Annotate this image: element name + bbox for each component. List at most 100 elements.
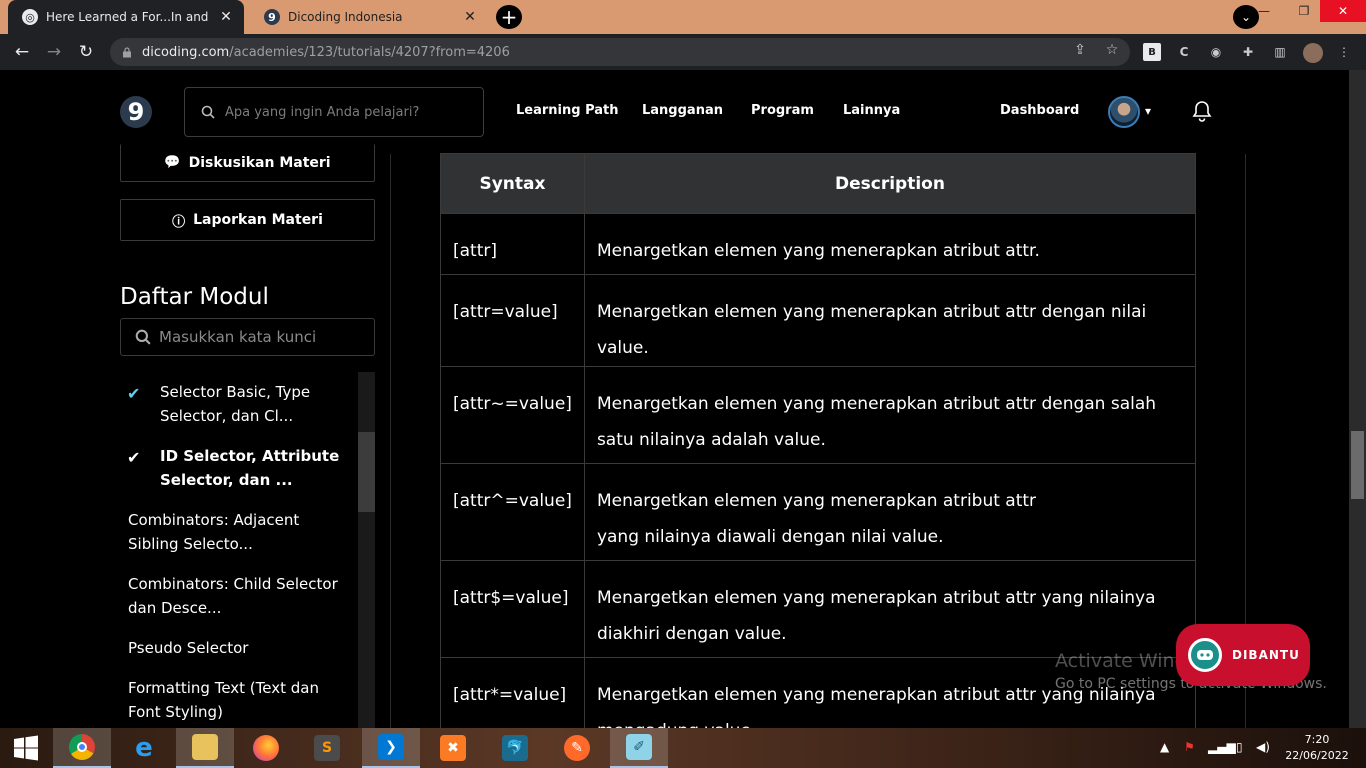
tray-flag-icon[interactable]: ⚑ [1184, 740, 1195, 754]
module-list-scrollbar[interactable] [358, 372, 375, 728]
nav-program[interactable]: Program [751, 103, 814, 118]
dibantu-label: DIBANTU [1232, 648, 1300, 662]
folder-icon [192, 734, 218, 760]
user-avatar[interactable] [1108, 96, 1140, 128]
close-tab-icon[interactable]: ✕ [218, 9, 234, 25]
dibantu-chat-button[interactable]: DIBANTU [1176, 624, 1310, 686]
tab-dicoding[interactable]: 9 Dicoding Indonesia ✕ [250, 0, 488, 34]
notepad-icon: ✐ [626, 734, 652, 760]
header-search[interactable] [184, 87, 484, 137]
tray-battery-icon[interactable]: ▯ [1236, 740, 1243, 754]
extension-b-icon[interactable]: B [1143, 43, 1161, 61]
taskbar-internet-explorer[interactable]: e [115, 728, 173, 768]
system-clock[interactable]: 7:20 22/06/2022 [1282, 732, 1352, 764]
clock-time: 7:20 [1304, 733, 1330, 746]
extensions-puzzle-icon[interactable]: ✚ [1239, 43, 1257, 61]
nav-dashboard[interactable]: Dashboard [1000, 103, 1079, 118]
header-search-input[interactable] [225, 104, 465, 120]
taskbar-mysql-workbench[interactable]: 🐬 [486, 728, 544, 768]
chevron-down-icon[interactable]: ▾ [1145, 104, 1151, 118]
menu-kebab-icon[interactable]: ⋮ [1335, 43, 1353, 61]
chat-bubble-icon: 💬 [164, 155, 181, 170]
module-list-title: Daftar Modul [120, 284, 269, 310]
new-tab-button[interactable]: + [496, 5, 522, 29]
module-item[interactable]: Combinators: Child Selector dan Desce... [120, 572, 356, 620]
back-arrow-icon[interactable]: ← [10, 41, 34, 63]
taskbar-file-explorer[interactable] [176, 728, 234, 768]
module-item-current[interactable]: ✔ ID Selector, Attribute Selector, dan .… [120, 444, 356, 492]
page-scrollbar[interactable] [1349, 70, 1366, 728]
close-window-button[interactable]: ✕ [1320, 0, 1366, 22]
vscode-icon: ❯ [378, 734, 404, 760]
tab-title: Here Learned a For...In and For...c [46, 10, 210, 24]
syntax-cell: [attr$=value] [440, 560, 585, 658]
taskbar-sublime[interactable]: S [298, 728, 356, 768]
module-item[interactable]: ✔ Selector Basic, Type Selector, dan Cl.… [120, 380, 356, 428]
syntax-cell: [attr^=value] [440, 463, 585, 561]
discuss-material-label: Diskusikan Materi [188, 154, 331, 171]
attribute-selector-table: Syntax Description [attr] Menargetkan el… [440, 153, 1197, 728]
windows-logo-icon [14, 735, 38, 761]
description-cell: Menargetkan elemen yang menerapkan atrib… [583, 463, 1197, 561]
notification-bell-icon[interactable] [1192, 100, 1212, 122]
table-row: [attr~=value] Menargetkan elemen yang me… [440, 366, 1197, 464]
description-cell: Menargetkan elemen yang menerapkan atrib… [583, 213, 1197, 275]
table-row: [attr] Menargetkan elemen yang menerapka… [440, 213, 1197, 275]
taskbar-vscode[interactable]: ❯ [362, 728, 420, 768]
module-search-input[interactable] [159, 328, 369, 346]
nav-lainnya[interactable]: Lainnya [843, 103, 900, 118]
search-icon [201, 105, 215, 119]
taskbar-xampp[interactable]: ✖ [424, 728, 482, 768]
forward-arrow-icon[interactable]: → [42, 41, 66, 63]
report-material-button[interactable]: ⓘ Laporkan Materi [120, 199, 375, 241]
syntax-cell: [attr=value] [440, 274, 585, 367]
module-item-label: Formatting Text (Text dan Font Styling) [128, 679, 319, 721]
discuss-material-button[interactable]: 💬 Diskusikan Materi [120, 144, 375, 182]
extension-eyes-icon[interactable]: ◉ [1207, 43, 1225, 61]
side-panel-icon[interactable]: ▥ [1271, 43, 1289, 61]
profile-avatar-icon[interactable] [1303, 43, 1323, 63]
minimize-icon[interactable]: — [1244, 0, 1284, 22]
column-header-description: Description [583, 153, 1197, 214]
robot-face-icon [1197, 650, 1213, 660]
bookmark-star-icon[interactable]: ☆ [1102, 40, 1122, 60]
reload-icon[interactable]: ↻ [74, 41, 98, 63]
start-button[interactable] [0, 728, 52, 768]
address-bar[interactable]: dicoding.com/academies/123/tutorials/420… [110, 38, 1130, 66]
description-cell: Menargetkan elemen yang menerapkan atrib… [583, 366, 1197, 464]
taskbar-notepad[interactable]: ✐ [610, 728, 668, 768]
url-host: dicoding.com [142, 44, 230, 60]
description-cell: Menargetkan elemen yang menerapkan atrib… [583, 560, 1197, 658]
close-tab-icon[interactable]: ✕ [462, 9, 478, 25]
column-header-syntax: Syntax [440, 153, 585, 214]
module-search[interactable] [120, 318, 375, 356]
tray-network-icon[interactable]: ▂▄▆ [1208, 740, 1236, 754]
globe-icon: ◎ [22, 9, 38, 25]
module-item-label: Combinators: Adjacent Sibling Selecto... [128, 511, 300, 553]
tray-volume-icon[interactable]: ◀) [1256, 740, 1270, 754]
taskbar-chrome[interactable] [53, 728, 111, 768]
internet-explorer-icon: e [135, 733, 153, 763]
site-header: 9 Learning Path Langganan Program Lainny… [0, 70, 1349, 154]
taskbar-pencil[interactable]: ✎ [548, 728, 606, 768]
module-item-label: ID Selector, Attribute Selector, dan ... [160, 447, 340, 489]
scrollbar-thumb[interactable] [358, 432, 375, 512]
module-item[interactable]: Pseudo Selector [120, 636, 356, 660]
nav-learning-path[interactable]: Learning Path [516, 103, 619, 118]
page-scrollbar-thumb[interactable] [1351, 431, 1364, 499]
restore-icon[interactable]: ❐ [1284, 0, 1324, 22]
page-viewport: 9 Learning Path Langganan Program Lainny… [0, 70, 1349, 728]
share-icon[interactable]: ⇪ [1070, 40, 1090, 60]
nav-langganan[interactable]: Langganan [642, 103, 723, 118]
dicoding-logo[interactable]: 9 [120, 96, 152, 128]
table-row: [attr=value] Menargetkan elemen yang men… [440, 274, 1197, 367]
tab-active[interactable]: ◎ Here Learned a For...In and For...c ✕ [8, 0, 244, 34]
firefox-icon [253, 735, 279, 761]
taskbar-firefox[interactable] [237, 728, 295, 768]
module-item[interactable]: Combinators: Adjacent Sibling Selecto... [120, 508, 356, 556]
extension-c-icon[interactable]: C [1175, 43, 1193, 61]
sublime-text-icon: S [314, 735, 340, 761]
tray-up-arrow-icon[interactable]: ▲ [1160, 740, 1169, 754]
checkmark-icon: ✔ [127, 384, 141, 403]
module-item[interactable]: Formatting Text (Text dan Font Styling) [120, 676, 356, 724]
